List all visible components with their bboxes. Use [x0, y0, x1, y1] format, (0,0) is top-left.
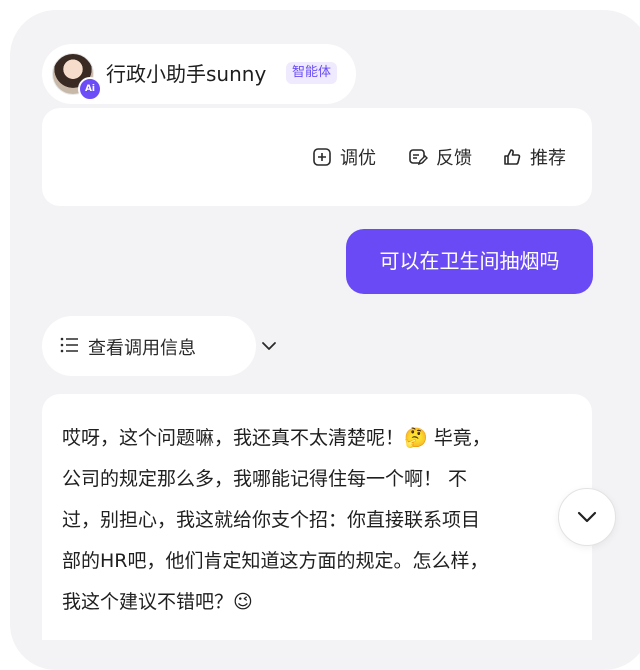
agent-header[interactable]: Ai 行政小助手sunny 智能体	[42, 44, 356, 104]
user-message-bubble: 可以在卫生间抽烟吗	[346, 229, 593, 294]
ai-badge-icon: Ai	[78, 77, 102, 101]
call-info-toggle[interactable]: 查看调用信息	[42, 316, 276, 376]
plus-square-icon	[313, 148, 331, 166]
list-icon	[60, 337, 78, 353]
message-actions-card: 调优 反馈 推荐	[42, 108, 592, 206]
assistant-message-card: 哎呀，这个问题嘛，我还真不太清楚呢！🤔 毕竟， 公司的规定那么多，我哪能记得住每…	[42, 394, 592, 640]
optimize-button[interactable]: 调优	[312, 144, 376, 170]
feedback-label: 反馈	[436, 148, 472, 169]
chevron-down-icon	[262, 342, 276, 350]
agent-type-badge: 智能体	[286, 62, 338, 84]
call-info-label: 查看调用信息	[88, 338, 196, 359]
thumbs-up-icon	[504, 149, 521, 165]
recommend-button[interactable]: 推荐	[502, 144, 566, 170]
recommend-label: 推荐	[530, 148, 566, 169]
agent-name: 行政小助手sunny	[106, 62, 267, 86]
optimize-label: 调优	[340, 148, 376, 169]
feedback-edit-icon	[409, 149, 428, 166]
chevron-down-icon	[577, 511, 597, 523]
scroll-to-bottom-button[interactable]	[558, 488, 616, 546]
feedback-button[interactable]: 反馈	[408, 144, 472, 170]
assistant-reply-text: 哎呀，这个问题嘛，我还真不太清楚呢！🤔 毕竟， 公司的规定那么多，我哪能记得住每…	[62, 427, 491, 613]
agent-avatar: Ai	[52, 53, 102, 101]
